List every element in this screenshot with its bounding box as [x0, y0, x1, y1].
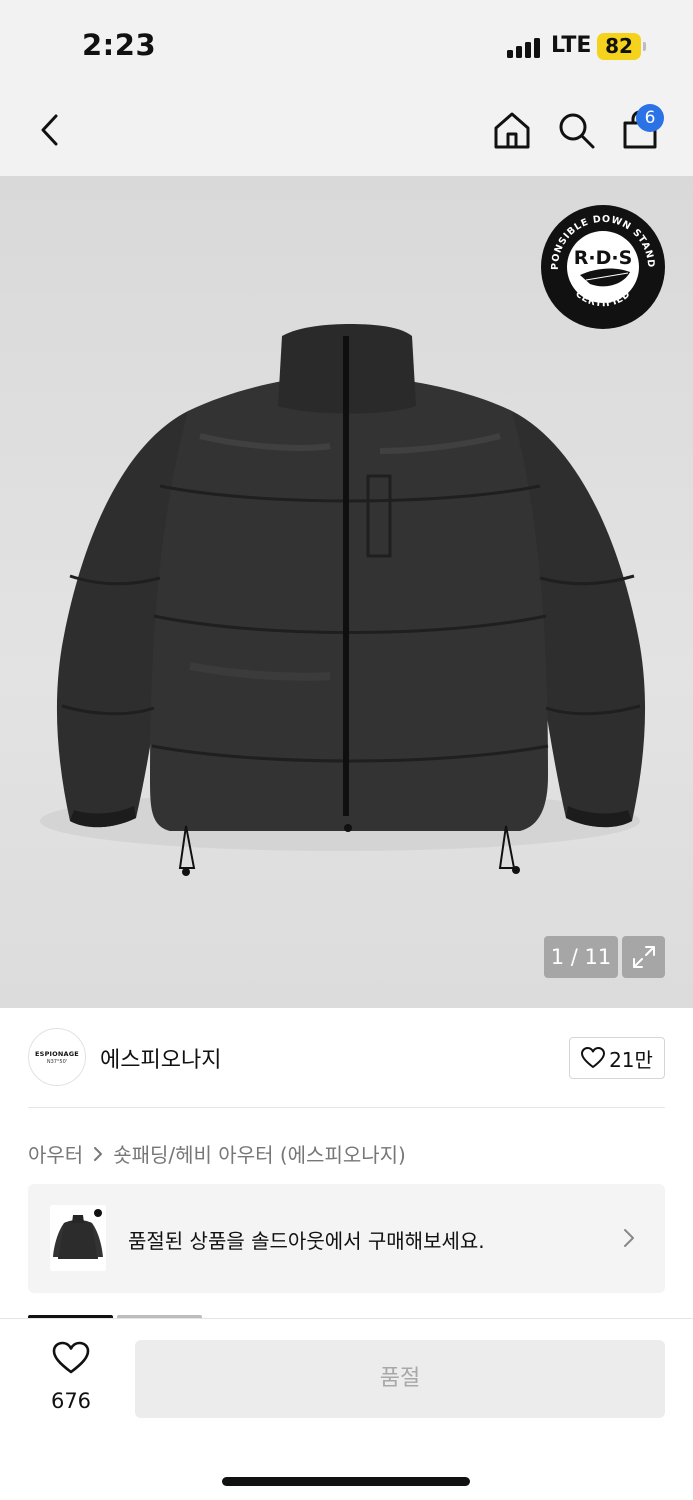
- nav-bar: [0, 92, 693, 176]
- signal-icon: [507, 36, 545, 58]
- brand-like-button[interactable]: 21만: [569, 1037, 665, 1079]
- heart-icon: [52, 1341, 90, 1374]
- chevron-right-icon: [94, 1146, 103, 1161]
- product-image-carousel[interactable]: RESPONSIBLE DOWN STANDARD CERTIFIED R·D·…: [0, 176, 693, 1008]
- network-label: LTE: [551, 33, 592, 58]
- expand-icon: [632, 946, 655, 968]
- soldout-banner-text: 품절된 상품을 솔드아웃에서 구매해보세요.: [128, 1229, 485, 1253]
- chevron-right-icon: [624, 1229, 634, 1247]
- battery-icon: 82: [597, 33, 641, 60]
- brand-logo-line1: ESPIONAGE: [35, 1049, 79, 1058]
- status-bar: 2:23 LTE 82: [0, 0, 693, 92]
- back-button[interactable]: [26, 106, 74, 154]
- breadcrumb-category[interactable]: 아우터: [28, 1139, 83, 1168]
- search-button[interactable]: [552, 106, 600, 154]
- wishlist-count: 676: [50, 1389, 92, 1413]
- wishlist-button[interactable]: 676: [30, 1341, 112, 1421]
- jacket-product-image: [40, 324, 646, 876]
- brand-row[interactable]: ESPIONAGE N37°50' 에스피오나지 21만: [28, 1028, 665, 1088]
- image-counter: 1 / 11: [544, 936, 618, 978]
- home-icon: [494, 112, 530, 149]
- divider: [28, 1107, 665, 1108]
- home-button[interactable]: [488, 106, 536, 154]
- soldout-button[interactable]: 품절: [135, 1340, 665, 1418]
- heart-icon: [581, 1047, 606, 1068]
- soldout-promo-banner[interactable]: 품절된 상품을 솔드아웃에서 구매해보세요.: [28, 1184, 665, 1293]
- home-indicator: [222, 1477, 470, 1486]
- battery-tip: [643, 42, 646, 51]
- brand-like-count: 21만: [609, 1047, 653, 1072]
- cart-count-badge: 6: [636, 104, 664, 132]
- breadcrumb-subcategory[interactable]: 숏패딩/헤비 아우터 (에스피오나지): [113, 1139, 406, 1168]
- search-icon: [559, 113, 595, 149]
- chevron-left-icon: [41, 114, 58, 146]
- status-time: 2:23: [82, 28, 157, 62]
- seal-center-text: R·D·S: [574, 247, 633, 269]
- rds-certified-seal: RESPONSIBLE DOWN STANDARD CERTIFIED R·D·…: [540, 204, 665, 329]
- soldout-thumbnail: [50, 1205, 106, 1271]
- breadcrumb: 아우터 숏패딩/헤비 아우터 (에스피오나지): [28, 1139, 406, 1168]
- expand-button[interactable]: [622, 936, 665, 978]
- brand-logo[interactable]: ESPIONAGE N37°50': [28, 1028, 86, 1086]
- brand-logo-line2: N37°50': [46, 1058, 68, 1065]
- brand-name[interactable]: 에스피오나지: [100, 1042, 221, 1074]
- bottom-action-bar: 676 품절: [0, 1318, 693, 1500]
